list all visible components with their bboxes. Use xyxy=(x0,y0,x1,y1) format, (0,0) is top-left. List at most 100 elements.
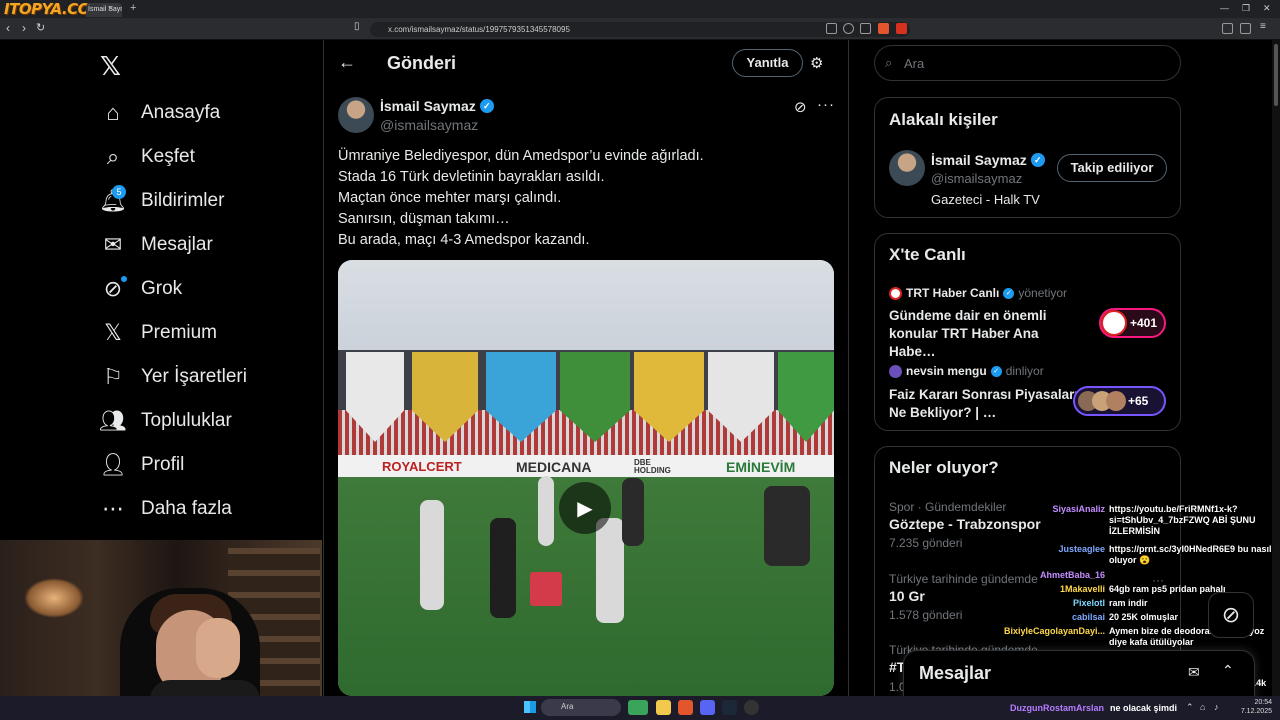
file-explorer-icon[interactable] xyxy=(656,700,671,715)
video-cooler xyxy=(530,572,562,606)
live-host: TRT Haber Canlı xyxy=(906,286,1000,300)
tweet-line: Ümraniye Belediyespor, dün Amedspor’u ev… xyxy=(338,148,704,164)
live-host-row[interactable]: nevsin mengu ✓ dinliyor xyxy=(889,364,1044,378)
video-person xyxy=(622,478,644,546)
volume-icon[interactable]: ♪ xyxy=(1214,702,1219,712)
more-options-icon[interactable]: ··· xyxy=(817,96,835,113)
bookmark-icon: ⚐ xyxy=(103,364,123,389)
chevron-up-icon[interactable]: ⌃ xyxy=(1222,662,1234,679)
taskbar-app-icon[interactable] xyxy=(628,700,648,715)
following-button[interactable]: Takip ediliyor xyxy=(1057,154,1167,182)
verified-badge-icon: ✓ xyxy=(479,99,494,113)
live-space-title[interactable]: Gündeme dair en önemli konular TRT Haber… xyxy=(889,307,1085,361)
forward-icon[interactable]: › xyxy=(22,21,26,35)
live-count: +401 xyxy=(1130,316,1158,330)
author-handle[interactable]: @ismailsaymaz xyxy=(380,117,478,133)
video-person xyxy=(538,476,554,546)
nav-label: Anasayfa xyxy=(141,102,221,123)
search-input[interactable] xyxy=(904,55,1164,71)
nav-communities[interactable]: 👥︎ Topluluklar xyxy=(99,399,320,443)
related-handle[interactable]: @ismailsaymaz xyxy=(931,171,1022,186)
live-space-title[interactable]: Faiz Kararı Sonrası Piyasaları Ne Bekliy… xyxy=(889,386,1085,422)
tweet-line: Stada 16 Türk devletinin bayrakları asıl… xyxy=(338,169,605,185)
new-message-icon[interactable]: ✉ xyxy=(1188,664,1200,681)
related-name-row[interactable]: İsmail Saymaz ✓ xyxy=(931,152,1045,168)
nav-more[interactable]: ⋯ Daha fazla xyxy=(100,487,320,531)
new-tab-button[interactable]: + xyxy=(130,2,136,14)
brave-icon[interactable] xyxy=(678,700,693,715)
scrollbar-thumb[interactable] xyxy=(1274,44,1278,106)
live-title: X'te Canlı xyxy=(889,245,966,264)
maximize-icon[interactable]: ❐ xyxy=(1242,3,1250,14)
sidebar-toggle-icon[interactable] xyxy=(1222,23,1233,34)
related-name: İsmail Saymaz xyxy=(931,152,1027,168)
zoom-icon[interactable] xyxy=(843,23,854,34)
tweet-video[interactable]: ROYALCERT MEDICANA DBE HOLDING EMİNEVİM … xyxy=(338,260,834,696)
nav-grok[interactable]: ⊘ Grok xyxy=(100,267,320,311)
live-listeners-pill[interactable]: +401 xyxy=(1099,308,1166,338)
ad-text: ROYALCERT xyxy=(382,459,462,474)
network-icon[interactable]: ⌂ xyxy=(1200,702,1205,712)
grok-explain-icon[interactable]: ⊘ xyxy=(794,98,807,116)
share-icon[interactable] xyxy=(860,23,871,34)
nav-label: Bildirimler xyxy=(141,190,225,211)
chat-message: https://prnt.sc/3yI0HNedR6E9 bu nasıl ol… xyxy=(1109,544,1272,565)
chat-username: SiyasiAnaliz xyxy=(1052,504,1105,514)
nav-label: Profil xyxy=(141,454,185,475)
nav-premium[interactable]: 𝕏 Premium xyxy=(100,311,320,355)
back-arrow-icon[interactable]: ← xyxy=(338,52,356,73)
trend-name[interactable]: 10 Gr xyxy=(889,588,925,604)
minimize-icon[interactable]: — xyxy=(1220,3,1229,13)
window-close-icon[interactable]: ✕ xyxy=(1263,3,1271,14)
play-icon[interactable]: ▶ xyxy=(559,482,611,534)
tray-chevron-icon[interactable]: ⌃ xyxy=(1186,702,1194,713)
brave-shield-icon[interactable] xyxy=(878,23,889,34)
browser-tab[interactable]: İsmail Saymaz xyxy=(86,3,122,17)
related-avatar[interactable] xyxy=(889,150,925,186)
reload-icon[interactable]: ↻ xyxy=(36,21,45,34)
trt-avatar-icon xyxy=(1101,310,1127,336)
obs-icon[interactable] xyxy=(744,700,759,715)
nav-home[interactable]: ⌂ Anasayfa xyxy=(100,91,320,135)
webcam-hand xyxy=(196,618,240,678)
tab-close-icon[interactable]: × xyxy=(108,3,113,13)
steam-icon[interactable] xyxy=(722,700,737,715)
clock-time: 20:54 xyxy=(1254,699,1272,706)
live-host-row[interactable]: TRT Haber Canlı ✓ yönetiyor xyxy=(889,286,1067,300)
clock[interactable]: 20:54 7.12.2025 xyxy=(1236,698,1272,716)
nav-messages[interactable]: ✉ Mesajlar xyxy=(100,223,320,267)
nav-profile[interactable]: 👤︎ Profil xyxy=(99,443,320,487)
nav-bookmarks[interactable]: ⚐ Yer İşaretleri xyxy=(100,355,320,399)
bookmark-page-icon[interactable]: ▯ xyxy=(354,21,360,32)
menu-icon[interactable]: ≡ xyxy=(1260,21,1266,32)
live-count: +65 xyxy=(1128,394,1149,408)
live-host: nevsin mengu xyxy=(906,364,987,378)
tweet-line: Bu arada, maçı 4-3 Amedspor kazandı. xyxy=(338,232,590,248)
nav-explore[interactable]: ⌕ Keşfet xyxy=(100,135,320,179)
x-logo-icon[interactable]: 𝕏 xyxy=(100,52,121,82)
chat-username: AhmetBaba_16 xyxy=(1039,570,1105,580)
filter-icon[interactable]: ⚙ xyxy=(810,54,823,72)
author-name-row[interactable]: İsmail Saymaz ✓ xyxy=(380,98,494,114)
author-name: İsmail Saymaz xyxy=(380,98,476,114)
reply-button[interactable]: Yanıtla xyxy=(732,49,803,77)
discord-icon[interactable] xyxy=(700,700,715,715)
nav-label: Premium xyxy=(141,322,218,343)
cast-icon[interactable] xyxy=(826,23,837,34)
chat-username: Justeaglee xyxy=(1058,544,1105,554)
nav-label: Grok xyxy=(141,278,183,299)
host-avatar-icon xyxy=(889,364,902,378)
nav-notifications[interactable]: 🔔︎ Bildirimler xyxy=(99,179,320,223)
author-avatar[interactable] xyxy=(338,97,374,133)
wallet-icon[interactable] xyxy=(1240,23,1251,34)
chat-username: BixiyleCagolayanDayi... xyxy=(1003,626,1105,636)
rewards-icon[interactable] xyxy=(896,23,907,34)
tweet-text: Ümraniye Belediyespor, dün Amedspor’u ev… xyxy=(338,146,818,251)
grok-floating-button[interactable]: ⊘ xyxy=(1208,592,1254,638)
chat-username: 1Makavelli xyxy=(1059,584,1105,594)
live-listeners-pill[interactable]: +65 xyxy=(1073,386,1166,416)
related-bio: Gazeteci - Halk TV xyxy=(931,192,1040,207)
back-icon[interactable]: ‹ xyxy=(6,21,10,35)
windows-start-icon[interactable] xyxy=(524,701,536,713)
taskbar-search[interactable]: Ara xyxy=(541,699,621,716)
